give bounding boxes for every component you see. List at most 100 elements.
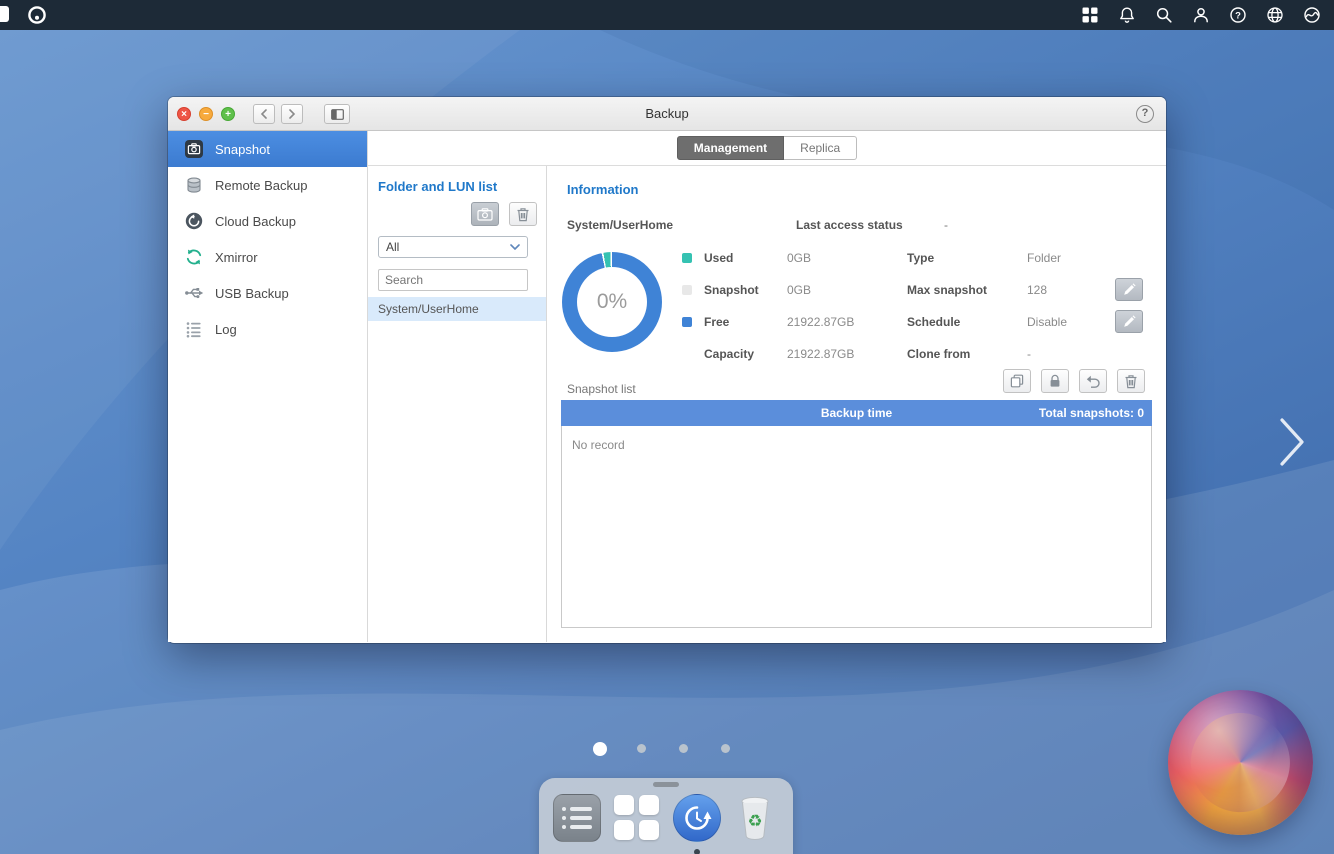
- folder-list-item[interactable]: System/UserHome: [368, 297, 546, 321]
- tab-replica[interactable]: Replica: [784, 136, 857, 160]
- apps-grid-button[interactable]: [1080, 5, 1100, 25]
- xmirror-icon: [184, 247, 204, 267]
- help-button[interactable]: ?: [1228, 5, 1248, 25]
- folder-lun-panel: Folder and LUN list: [368, 166, 547, 642]
- next-page-chevron[interactable]: [1276, 414, 1308, 470]
- edit-schedule-button[interactable]: [1115, 310, 1143, 333]
- sidebar-item-label: Xmirror: [215, 250, 258, 265]
- copy-icon: [1010, 374, 1024, 388]
- resource-monitor-icon: [1303, 6, 1321, 24]
- window-help-button[interactable]: ?: [1136, 105, 1154, 123]
- sidebar-item-label: Snapshot: [215, 142, 270, 157]
- sidebar-item-cloud-backup[interactable]: Cloud Backup: [168, 203, 367, 239]
- notifications-button[interactable]: [1117, 5, 1137, 25]
- prop-label: Max snapshot: [907, 283, 1027, 297]
- trash-icon: [516, 207, 530, 222]
- brand-sphere-logo: [1168, 690, 1313, 835]
- page-dot-4[interactable]: [721, 744, 730, 753]
- information-title: Information: [567, 182, 639, 197]
- snapshot-icon: [184, 139, 204, 159]
- edit-max-snapshot-button[interactable]: [1115, 278, 1143, 301]
- sidebar-item-xmirror[interactable]: Xmirror: [168, 239, 367, 275]
- delete-snapshot-button[interactable]: [1117, 369, 1145, 393]
- legend-value: 21922.87GB: [787, 347, 854, 361]
- sidebar-item-label: Remote Backup: [215, 178, 308, 193]
- search-input[interactable]: [378, 269, 528, 291]
- desktop: ? × − +: [0, 0, 1334, 854]
- legend-row-capacity: Capacity 21922.87GB: [682, 346, 854, 362]
- folder-panel-title: Folder and LUN list: [378, 179, 497, 194]
- remote-backup-icon: [184, 175, 204, 195]
- folder-filter-select[interactable]: All: [378, 236, 528, 258]
- svg-text:?: ?: [1235, 10, 1241, 21]
- search-button[interactable]: [1154, 5, 1174, 25]
- window-titlebar[interactable]: × − + Backup ?: [168, 97, 1166, 131]
- help-icon: ?: [1229, 6, 1247, 24]
- no-record-text: No record: [562, 426, 1151, 464]
- sidebar-item-label: Log: [215, 322, 237, 337]
- page-dot-2[interactable]: [637, 744, 646, 753]
- apps-grid-icon: [1081, 6, 1099, 24]
- page-dot-1[interactable]: [593, 742, 607, 756]
- prop-label: Type: [907, 251, 1027, 265]
- sidebar-item-log[interactable]: Log: [168, 311, 367, 347]
- restore-snapshot-button[interactable]: [1079, 369, 1107, 393]
- legend-value: 21922.87GB: [787, 315, 854, 329]
- camera-icon: [477, 208, 493, 221]
- tab-management[interactable]: Management: [677, 136, 784, 160]
- search-icon: [1155, 6, 1173, 24]
- sidebar-item-usb-backup[interactable]: USB Backup: [168, 275, 367, 311]
- dock-recycle-bin-icon[interactable]: ♻: [733, 794, 781, 842]
- active-app-indicator-dot: [694, 849, 700, 854]
- dock-handle[interactable]: [653, 782, 679, 787]
- dock-system-manager-icon[interactable]: [553, 794, 601, 842]
- snapshot-table-body: No record: [561, 426, 1152, 628]
- last-access-value: -: [944, 218, 948, 232]
- delete-folder-button[interactable]: [509, 202, 537, 226]
- tab-strip: Management Replica: [368, 131, 1166, 166]
- take-snapshot-button[interactable]: [471, 202, 499, 226]
- user-icon: [1192, 6, 1210, 24]
- snapshot-list-label: Snapshot list: [567, 382, 636, 396]
- legend-row-used: Used 0GB: [682, 250, 811, 266]
- recycle-bin-icon: ♻: [733, 794, 777, 842]
- legend-value: 0GB: [787, 251, 811, 265]
- drive-bay-row: [562, 825, 592, 829]
- user-button[interactable]: [1191, 5, 1211, 25]
- drive-bay-row: [562, 807, 592, 811]
- trash-icon: [1124, 374, 1138, 389]
- language-button[interactable]: [1265, 5, 1285, 25]
- free-swatch: [682, 317, 692, 327]
- page-dot-3[interactable]: [679, 744, 688, 753]
- sidebar-item-snapshot[interactable]: Snapshot: [168, 131, 367, 167]
- prop-row-schedule: Schedule Disable: [907, 314, 1067, 330]
- used-swatch: [682, 253, 692, 263]
- usb-backup-icon: [184, 283, 204, 303]
- snapshot-swatch: [682, 285, 692, 295]
- lock-snapshot-button[interactable]: [1041, 369, 1069, 393]
- prop-row-max-snapshot: Max snapshot 128: [907, 282, 1047, 298]
- usage-donut-chart: 0%: [562, 252, 662, 352]
- prop-row-type: Type Folder: [907, 250, 1061, 266]
- prop-value: 128: [1027, 283, 1047, 297]
- backup-clock-arrow-icon: [682, 803, 712, 833]
- selected-folder-name: System/UserHome: [567, 218, 673, 232]
- legend-value: 0GB: [787, 283, 811, 297]
- usage-percent: 0%: [562, 252, 662, 352]
- window-sidebar: Snapshot Remote Backup: [168, 131, 368, 642]
- resource-monitor-button[interactable]: [1302, 5, 1322, 25]
- top-bar: ?: [0, 0, 1334, 30]
- information-panel: Information System/UserHome Last access …: [547, 166, 1166, 642]
- clone-snapshot-button[interactable]: [1003, 369, 1031, 393]
- backup-window: × − + Backup ?: [168, 97, 1166, 643]
- adm-logo-icon: [26, 4, 48, 26]
- snapshot-table-header: Backup time Total snapshots: 0: [561, 400, 1152, 426]
- dock-backup-app-icon[interactable]: [673, 794, 721, 842]
- cloud-backup-icon: [184, 211, 204, 231]
- screen-edge-panel-tab[interactable]: [0, 6, 9, 22]
- folder-list-item-label: System/UserHome: [378, 302, 479, 316]
- last-access-label: Last access status: [796, 218, 903, 232]
- adm-logo[interactable]: [26, 4, 48, 26]
- dock-app-drawer-icon[interactable]: [613, 794, 661, 842]
- sidebar-item-remote-backup[interactable]: Remote Backup: [168, 167, 367, 203]
